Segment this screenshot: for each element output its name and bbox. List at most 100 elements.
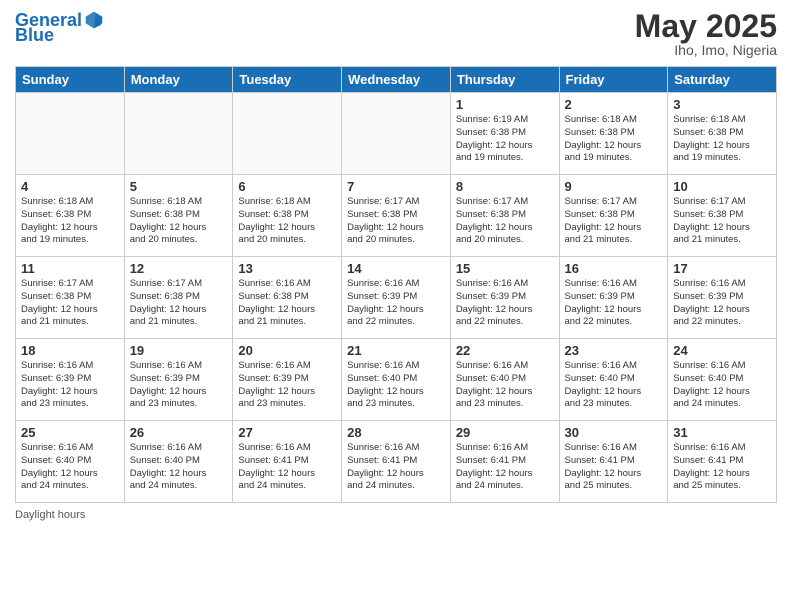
day-number: 30: [565, 425, 663, 440]
table-row: 4Sunrise: 6:18 AM Sunset: 6:38 PM Daylig…: [16, 175, 125, 257]
table-row: [233, 93, 342, 175]
col-thursday: Thursday: [450, 67, 559, 93]
table-row: 7 Sunrise: 6:17 AM Sunset: 6:38 PM Daylig…: [342, 175, 451, 257]
table-row: [16, 93, 125, 175]
calendar-week-row: 4Sunrise: 6:18 AM Sunset: 6:38 PM Daylig…: [16, 175, 777, 257]
col-monday: Monday: [124, 67, 233, 93]
day-info: Sunrise: 6:16 AM Sunset: 6:40 PM Dayligh…: [456, 360, 554, 411]
table-row: 31 Sunrise: 6:16 AM Sunset: 6:41 PM Dayli…: [668, 421, 777, 503]
table-row: 1Sunrise: 6:19 AM Sunset: 6:38 PM Daylig…: [450, 93, 559, 175]
day-info: Sunrise: 6:16 AM Sunset: 6:40 PM Dayligh…: [565, 360, 663, 411]
header: General Blue May 2025 Iho, Imo, Nigeria: [15, 10, 777, 58]
day-number: 19: [130, 343, 228, 358]
day-info: Sunrise: 6:16 AM Sunset: 6:39 PM Dayligh…: [673, 278, 771, 329]
table-row: 6Sunrise: 6:18 AM Sunset: 6:38 PM Daylig…: [233, 175, 342, 257]
day-info: Sunrise: 6:16 AM Sunset: 6:40 PM Dayligh…: [130, 442, 228, 493]
table-row: 10 Sunrise: 6:17 AM Sunset: 6:38 PM Dayli…: [668, 175, 777, 257]
day-number: 2: [565, 97, 663, 112]
day-number: 22: [456, 343, 554, 358]
table-row: 11Sunrise: 6:17 AM Sunset: 6:38 PM Dayli…: [16, 257, 125, 339]
table-row: [124, 93, 233, 175]
day-info: Sunrise: 6:17 AM Sunset: 6:38 PM Dayligh…: [673, 196, 771, 247]
day-number: 12: [130, 261, 228, 276]
location: Iho, Imo, Nigeria: [635, 42, 777, 58]
page: General Blue May 2025 Iho, Imo, Nigeria …: [0, 0, 792, 612]
col-saturday: Saturday: [668, 67, 777, 93]
day-number: 3: [673, 97, 771, 112]
day-info: Sunrise: 6:16 AM Sunset: 6:41 PM Dayligh…: [673, 442, 771, 493]
logo-text2: Blue: [15, 26, 54, 44]
day-number: 7: [347, 179, 445, 194]
calendar-week-row: 1Sunrise: 6:19 AM Sunset: 6:38 PM Daylig…: [16, 93, 777, 175]
table-row: 20Sunrise: 6:16 AM Sunset: 6:39 PM Dayli…: [233, 339, 342, 421]
day-number: 18: [21, 343, 119, 358]
day-info: Sunrise: 6:19 AM Sunset: 6:38 PM Dayligh…: [456, 114, 554, 165]
table-row: 24 Sunrise: 6:16 AM Sunset: 6:40 PM Dayli…: [668, 339, 777, 421]
day-info: Sunrise: 6:16 AM Sunset: 6:41 PM Dayligh…: [238, 442, 336, 493]
table-row: 14Sunrise: 6:16 AM Sunset: 6:39 PM Dayli…: [342, 257, 451, 339]
day-info: Sunrise: 6:16 AM Sunset: 6:41 PM Dayligh…: [565, 442, 663, 493]
day-number: 16: [565, 261, 663, 276]
day-number: 28: [347, 425, 445, 440]
col-wednesday: Wednesday: [342, 67, 451, 93]
table-row: 18 Sunrise: 6:16 AM Sunset: 6:39 PM Dayli…: [16, 339, 125, 421]
logo-icon: [84, 10, 104, 30]
table-row: 25Sunrise: 6:16 AM Sunset: 6:40 PM Dayli…: [16, 421, 125, 503]
table-row: 17 Sunrise: 6:16 AM Sunset: 6:39 PM Dayli…: [668, 257, 777, 339]
day-info: Sunrise: 6:16 AM Sunset: 6:40 PM Dayligh…: [21, 442, 119, 493]
day-number: 17: [673, 261, 771, 276]
table-row: 21Sunrise: 6:16 AM Sunset: 6:40 PM Dayli…: [342, 339, 451, 421]
table-row: 12Sunrise: 6:17 AM Sunset: 6:38 PM Dayli…: [124, 257, 233, 339]
table-row: 13Sunrise: 6:16 AM Sunset: 6:38 PM Dayli…: [233, 257, 342, 339]
day-info: Sunrise: 6:16 AM Sunset: 6:39 PM Dayligh…: [565, 278, 663, 329]
calendar: Sunday Monday Tuesday Wednesday Thursday…: [15, 66, 777, 503]
table-row: 16 Sunrise: 6:16 AM Sunset: 6:39 PM Dayli…: [559, 257, 668, 339]
table-row: 30 Sunrise: 6:16 AM Sunset: 6:41 PM Dayli…: [559, 421, 668, 503]
table-row: 5 Sunrise: 6:18 AM Sunset: 6:38 PM Daylig…: [124, 175, 233, 257]
col-friday: Friday: [559, 67, 668, 93]
month-title: May 2025: [635, 10, 777, 42]
table-row: 26 Sunrise: 6:16 AM Sunset: 6:40 PM Dayli…: [124, 421, 233, 503]
table-row: 2 Sunrise: 6:18 AM Sunset: 6:38 PM Daylig…: [559, 93, 668, 175]
day-info: Sunrise: 6:16 AM Sunset: 6:38 PM Dayligh…: [238, 278, 336, 329]
day-info: Sunrise: 6:17 AM Sunset: 6:38 PM Dayligh…: [456, 196, 554, 247]
day-info: Sunrise: 6:16 AM Sunset: 6:41 PM Dayligh…: [456, 442, 554, 493]
table-row: 22 Sunrise: 6:16 AM Sunset: 6:40 PM Dayli…: [450, 339, 559, 421]
day-number: 31: [673, 425, 771, 440]
day-info: Sunrise: 6:16 AM Sunset: 6:39 PM Dayligh…: [456, 278, 554, 329]
day-number: 5: [130, 179, 228, 194]
day-info: Sunrise: 6:16 AM Sunset: 6:40 PM Dayligh…: [673, 360, 771, 411]
day-number: 20: [238, 343, 336, 358]
footer-label: Daylight hours: [15, 509, 85, 521]
calendar-week-row: 11Sunrise: 6:17 AM Sunset: 6:38 PM Dayli…: [16, 257, 777, 339]
table-row: 3 Sunrise: 6:18 AM Sunset: 6:38 PM Daylig…: [668, 93, 777, 175]
footer: Daylight hours: [15, 509, 777, 521]
table-row: 23 Sunrise: 6:16 AM Sunset: 6:40 PM Dayli…: [559, 339, 668, 421]
day-number: 24: [673, 343, 771, 358]
logo: General Blue: [15, 10, 104, 44]
day-number: 14: [347, 261, 445, 276]
table-row: 27 Sunrise: 6:16 AM Sunset: 6:41 PM Dayli…: [233, 421, 342, 503]
day-number: 15: [456, 261, 554, 276]
table-row: 29 Sunrise: 6:16 AM Sunset: 6:41 PM Dayli…: [450, 421, 559, 503]
day-info: Sunrise: 6:18 AM Sunset: 6:38 PM Dayligh…: [21, 196, 119, 247]
day-number: 9: [565, 179, 663, 194]
day-info: Sunrise: 6:16 AM Sunset: 6:39 PM Dayligh…: [130, 360, 228, 411]
day-number: 26: [130, 425, 228, 440]
day-info: Sunrise: 6:18 AM Sunset: 6:38 PM Dayligh…: [565, 114, 663, 165]
day-number: 23: [565, 343, 663, 358]
day-number: 29: [456, 425, 554, 440]
calendar-header-row: Sunday Monday Tuesday Wednesday Thursday…: [16, 67, 777, 93]
day-info: Sunrise: 6:17 AM Sunset: 6:38 PM Dayligh…: [347, 196, 445, 247]
day-number: 21: [347, 343, 445, 358]
table-row: [342, 93, 451, 175]
day-number: 10: [673, 179, 771, 194]
day-number: 27: [238, 425, 336, 440]
day-info: Sunrise: 6:17 AM Sunset: 6:38 PM Dayligh…: [21, 278, 119, 329]
day-number: 6: [238, 179, 336, 194]
day-info: Sunrise: 6:18 AM Sunset: 6:38 PM Dayligh…: [130, 196, 228, 247]
calendar-week-row: 18 Sunrise: 6:16 AM Sunset: 6:39 PM Dayli…: [16, 339, 777, 421]
day-info: Sunrise: 6:16 AM Sunset: 6:39 PM Dayligh…: [21, 360, 119, 411]
day-info: Sunrise: 6:18 AM Sunset: 6:38 PM Dayligh…: [673, 114, 771, 165]
table-row: 15 Sunrise: 6:16 AM Sunset: 6:39 PM Dayli…: [450, 257, 559, 339]
